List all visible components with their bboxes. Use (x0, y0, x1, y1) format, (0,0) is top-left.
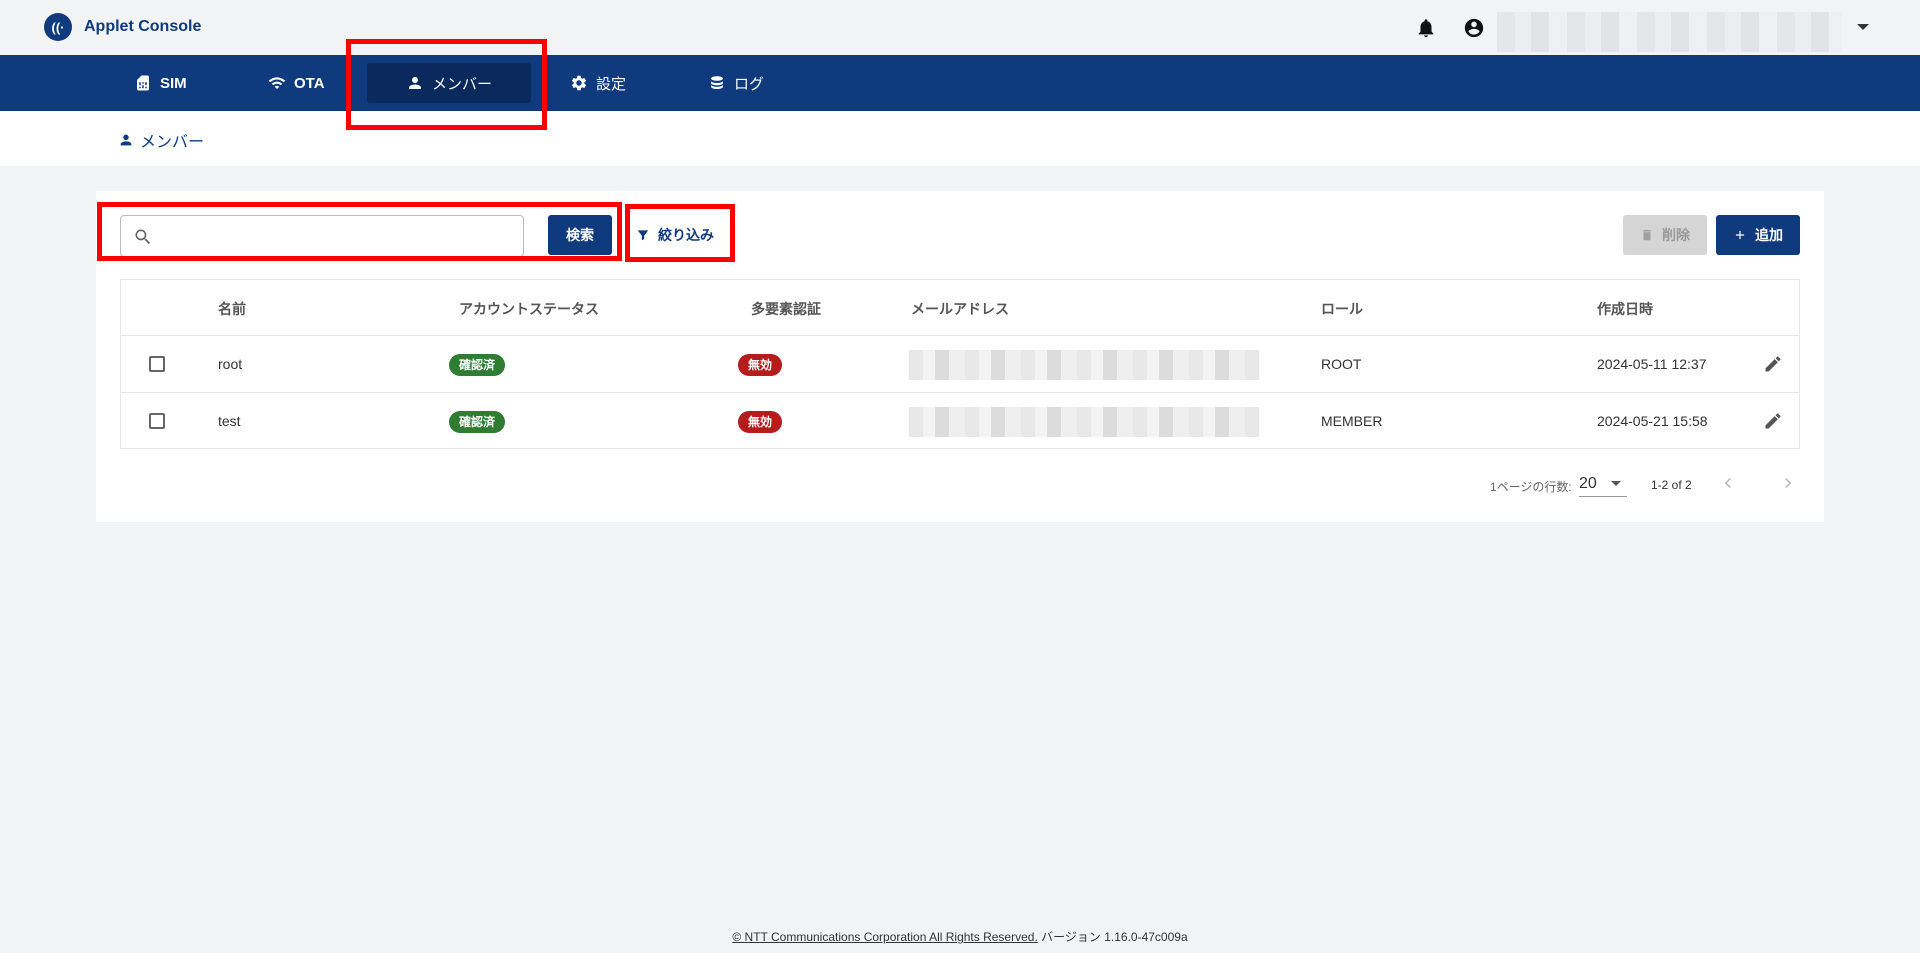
rows-per-page-label: 1ページの行数: (1490, 480, 1572, 494)
chevron-down-icon (1611, 481, 1621, 486)
email-redacted (909, 350, 1259, 380)
account-icon[interactable] (1463, 17, 1485, 39)
nav-item-label: OTA (294, 74, 325, 92)
nav-item-label: メンバー (431, 75, 492, 93)
row-created: 2024-05-21 15:58 (1597, 413, 1708, 429)
wifi-icon (268, 77, 286, 89)
breadcrumb-bar: メンバー (0, 111, 1920, 166)
app-title: Applet Console (84, 18, 202, 35)
table-row: test 確認済 無効 MEMBER 2024-05-21 15:58 (121, 393, 1799, 450)
copyright-link[interactable]: © NTT Communications Corporation All Rig… (732, 930, 1037, 944)
nav-item-settings[interactable]: 設定 (552, 63, 644, 103)
member-table: 名前 アカウントステータス 多要素認証 メールアドレス ロール 作成日時 roo… (120, 279, 1800, 449)
trash-icon (1642, 229, 1652, 241)
row-name: test (218, 413, 241, 429)
main-nav: SIM OTA メンバー 設定 ログ (0, 55, 1920, 111)
delete-label: 削除 (1662, 227, 1690, 243)
member-card: 検索 絞り込み 削除 追加 名前 アカウントステータス 多要素認証 メールアドレ… (96, 191, 1824, 522)
column-header-account-status[interactable]: アカウントステータス (459, 299, 599, 319)
row-role: ROOT (1321, 356, 1362, 372)
column-header-email[interactable]: メールアドレス (911, 299, 1009, 319)
email-redacted (909, 407, 1259, 437)
search-button[interactable]: 検索 (548, 215, 612, 255)
filter-icon (637, 230, 649, 241)
column-header-created[interactable]: 作成日時 (1597, 299, 1653, 319)
mfa-badge: 無効 (738, 354, 783, 376)
filter-label: 絞り込み (658, 227, 714, 243)
chevron-right-icon[interactable] (1778, 473, 1798, 493)
status-badge: 確認済 (449, 411, 506, 433)
person-icon (408, 77, 421, 89)
search-box[interactable] (120, 215, 524, 257)
pagination-range: 1-2 of 2 (1651, 478, 1692, 492)
gear-icon (571, 75, 587, 91)
table-header: 名前 アカウントステータス 多要素認証 メールアドレス ロール 作成日時 (121, 280, 1799, 336)
breadcrumb-label: メンバー (140, 134, 205, 151)
rows-per-page-select[interactable]: 20 (1579, 471, 1627, 497)
column-header-mfa[interactable]: 多要素認証 (751, 299, 821, 319)
breadcrumb: メンバー (118, 128, 204, 152)
nav-item-label: 設定 (596, 75, 627, 93)
nav-item-sim[interactable]: SIM (116, 63, 205, 103)
user-name-redacted[interactable] (1497, 12, 1842, 52)
person-icon (120, 134, 132, 146)
search-input[interactable] (161, 224, 511, 248)
mfa-badge: 無効 (738, 411, 783, 433)
search-icon (135, 229, 151, 245)
chevron-left-icon[interactable] (1718, 473, 1738, 493)
table-row: root 確認済 無効 ROOT 2024-05-11 12:37 (121, 336, 1799, 393)
nav-item-log[interactable]: ログ (690, 63, 782, 103)
footer: © NTT Communications Corporation All Rig… (0, 928, 1920, 945)
nav-item-label: SIM (160, 74, 187, 92)
delete-button[interactable]: 削除 (1623, 215, 1707, 255)
filter-button[interactable]: 絞り込み (630, 215, 720, 255)
status-badge: 確認済 (449, 354, 506, 376)
row-created: 2024-05-11 12:37 (1597, 356, 1707, 372)
row-checkbox[interactable] (149, 356, 165, 372)
sim-icon (137, 75, 149, 91)
edit-icon[interactable] (1763, 411, 1783, 431)
edit-icon[interactable] (1763, 354, 1783, 374)
plus-icon (1735, 230, 1745, 240)
top-bar: ((· Applet Console (0, 0, 1920, 55)
logo-icon: ((· (44, 13, 72, 41)
nav-item-ota[interactable]: OTA (250, 63, 343, 103)
nav-item-member[interactable]: メンバー (367, 63, 531, 103)
row-name: root (218, 356, 243, 372)
version-text: バージョン 1.16.0-47c009a (1041, 930, 1188, 944)
add-label: 追加 (1755, 227, 1783, 243)
column-header-name[interactable]: 名前 (218, 299, 246, 319)
rows-per-page-value: 20 (1579, 475, 1597, 492)
database-icon (711, 76, 723, 89)
bell-icon[interactable] (1415, 17, 1437, 39)
row-checkbox[interactable] (149, 413, 165, 429)
add-button[interactable]: 追加 (1716, 215, 1800, 255)
row-role: MEMBER (1321, 413, 1383, 429)
chevron-down-icon[interactable] (1857, 24, 1869, 30)
nav-item-label: ログ (734, 75, 765, 93)
column-header-role[interactable]: ロール (1321, 299, 1363, 319)
